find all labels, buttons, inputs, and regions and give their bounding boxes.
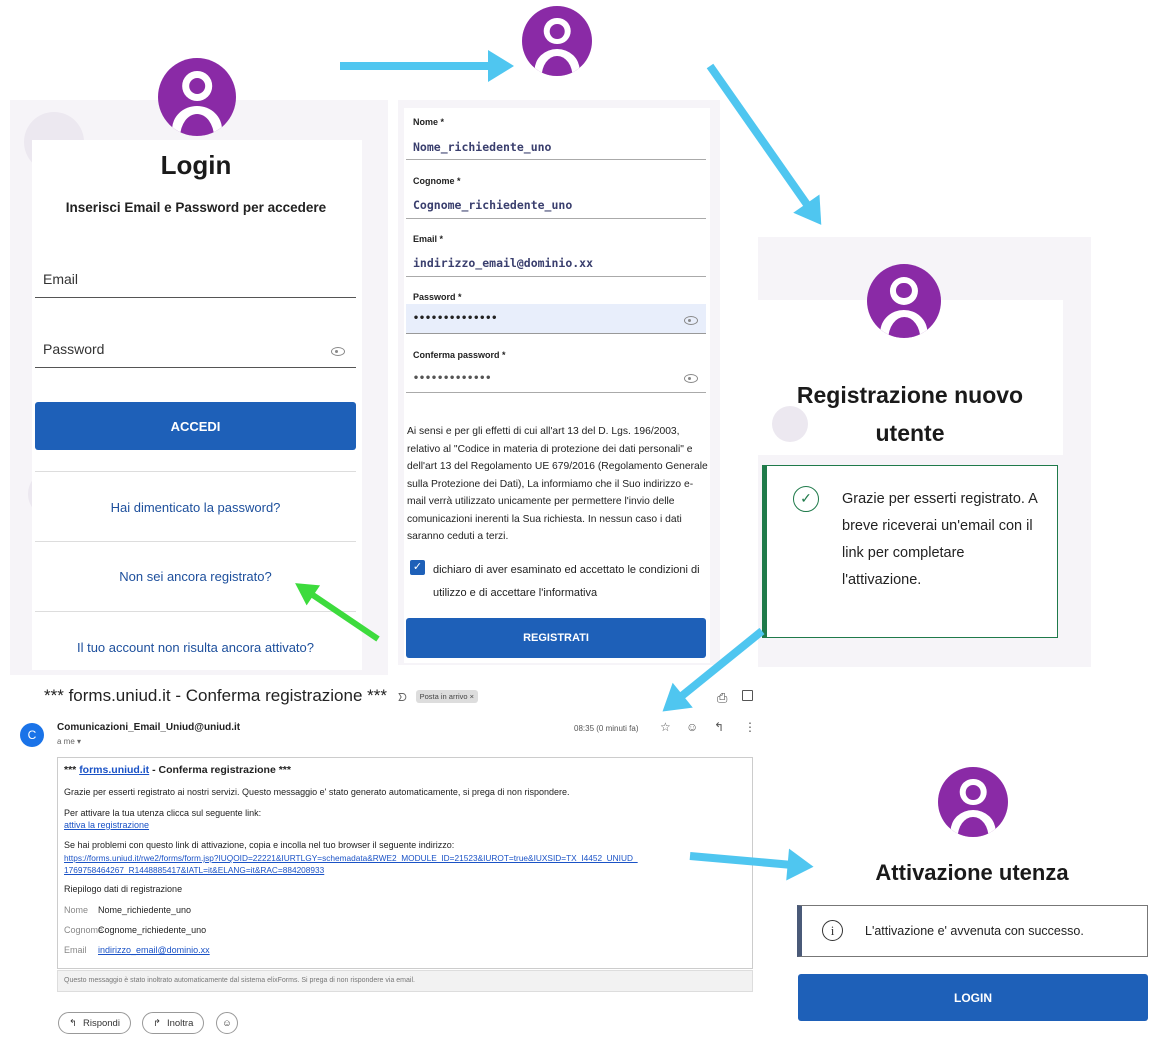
registration-success-message: Grazie per esserti registrato. A breve r… <box>842 491 1038 588</box>
email-underline <box>406 276 706 277</box>
login-avatar-icon <box>158 58 236 136</box>
forward-icon: ↱ <box>153 1017 161 1029</box>
show-password-icon[interactable] <box>331 347 345 356</box>
not-activated-link[interactable]: Il tuo account non risulta ancora attiva… <box>35 640 356 655</box>
activate-link[interactable]: attiva la registrazione <box>64 820 149 830</box>
forgot-password-link[interactable]: Hai dimenticato la password? <box>35 500 356 515</box>
summary-row: Nome Nome_richiedente_uno <box>64 905 192 915</box>
show-password-icon[interactable] <box>684 316 698 325</box>
email-body-title: *** forms.uniud.it - Conferma registrazi… <box>64 764 291 776</box>
confirm-underline <box>406 392 706 393</box>
registration-title: Registrazione nuovo utente <box>796 382 1024 446</box>
password-label: Password * <box>413 292 462 302</box>
emoji-react-button[interactable]: ☺ <box>216 1012 238 1034</box>
divider <box>35 611 356 612</box>
password-input[interactable]: Password <box>35 330 356 368</box>
registrati-button[interactable]: REGISTRATI <box>406 618 706 658</box>
sender-avatar: C <box>20 723 44 747</box>
nome-label: Nome * <box>413 117 445 127</box>
open-new-window-icon[interactable] <box>742 690 753 701</box>
password-reg-input[interactable]: •••••••••••••• <box>413 313 497 324</box>
email-subject: *** forms.uniud.it - Conferma registrazi… <box>44 686 478 706</box>
cognome-label: Cognome * <box>413 176 461 186</box>
cognome-underline <box>406 218 706 219</box>
login-panel <box>10 100 388 675</box>
email-problem: Se hai problemi con questo link di attiv… <box>64 840 455 850</box>
forward-button[interactable]: ↱ Inoltra <box>142 1012 205 1034</box>
forms-link[interactable]: forms.uniud.it <box>79 764 149 776</box>
flow-arrow <box>340 50 514 82</box>
consent-checkbox[interactable]: ✓ <box>410 560 425 575</box>
email-input[interactable]: Email <box>35 260 356 298</box>
email-summary: Riepilogo dati di registrazione <box>64 884 183 894</box>
recipient-dropdown[interactable]: a me ▾ <box>57 737 81 746</box>
reply-icon: ↰ <box>69 1017 77 1029</box>
print-icon[interactable]: ⎙ <box>717 690 727 706</box>
emoji-icon[interactable]: ☺ <box>686 720 698 734</box>
reply-icon[interactable]: ↰ <box>714 720 724 734</box>
register-avatar-icon <box>522 6 592 76</box>
privacy-text: Ai sensi e per gli effetti di cui all'ar… <box>407 426 708 542</box>
password-placeholder: Password <box>43 341 105 357</box>
email-reg-input[interactable]: indirizzo_email@dominio.xx <box>413 256 593 270</box>
email-subject-text: *** forms.uniud.it - Conferma registrazi… <box>44 686 387 705</box>
consent-label: dichiaro di aver esaminato ed accettato … <box>433 564 700 599</box>
confirm-password-label: Conferma password * <box>413 350 506 360</box>
email-footer-text: Questo messaggio è stato inoltrato autom… <box>64 977 415 984</box>
divider <box>35 541 356 542</box>
snooze-icon[interactable]: ᗤ <box>398 692 407 704</box>
nome-input[interactable]: Nome_richiedente_uno <box>413 140 551 154</box>
email-time: 08:35 (0 minuti fa) <box>574 724 639 733</box>
star-icon[interactable]: ☆ <box>660 720 671 734</box>
activation-message: L'attivazione e' avvenuta con successo. <box>865 924 1084 938</box>
inbox-label[interactable]: Posta in arrivo × <box>415 690 478 704</box>
activation-url-cont[interactable]: 1769758464267_R1448885417&IATL=it&ELANG=… <box>64 865 324 875</box>
login-button[interactable]: LOGIN <box>798 974 1148 1021</box>
email-thanks: Grazie per esserti registrato ai nostri … <box>64 787 570 797</box>
activation-title: Attivazione utenza <box>875 860 1069 885</box>
flow-arrow <box>706 63 811 208</box>
accedi-button[interactable]: ACCEDI <box>35 402 356 450</box>
activation-url[interactable]: https://forms.uniud.it/rwe2/forms/form.j… <box>64 853 638 863</box>
login-title: Login <box>160 150 232 180</box>
info-icon: i <box>822 920 843 941</box>
summary-row: CognomeCognome_richiedente_uno <box>64 925 207 935</box>
show-password-icon[interactable] <box>684 374 698 383</box>
nome-underline <box>406 159 706 160</box>
cognome-input[interactable]: Cognome_richiedente_uno <box>413 198 572 212</box>
email-label: Email * <box>413 234 444 244</box>
sender-name: Comunicazioni_Email_Uniud@uniud.it <box>57 722 241 733</box>
activation-avatar-icon <box>938 767 1008 837</box>
check-circle-icon: ✓ <box>793 486 819 512</box>
reply-button[interactable]: ↰ Rispondi <box>58 1012 131 1034</box>
summary-row: Email indirizzo_email@dominio.xx <box>64 945 210 955</box>
success-avatar-icon <box>867 264 941 338</box>
divider <box>35 471 356 472</box>
more-icon[interactable]: ⋮ <box>744 720 756 734</box>
email-activate-intro: Per attivare la tua utenza clicca sul se… <box>64 808 262 818</box>
login-subtitle: Inserisci Email e Password per accedere <box>65 200 327 215</box>
email-placeholder: Email <box>43 271 79 287</box>
confirm-password-input[interactable]: ••••••••••••• <box>413 373 491 384</box>
